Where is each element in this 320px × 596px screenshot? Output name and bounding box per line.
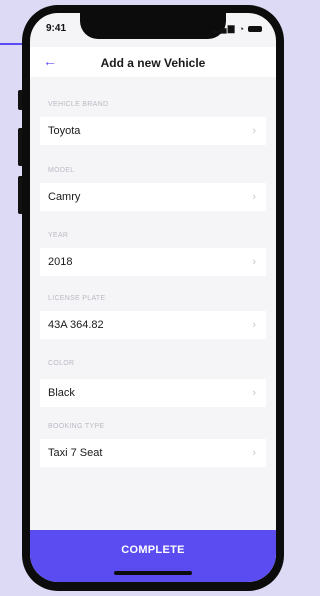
booking-type-label: BOOKING TYPE — [48, 423, 105, 430]
chevron-right-icon: › — [252, 256, 256, 268]
year-field[interactable]: 2018 › — [40, 248, 266, 276]
model-value: Camry — [48, 191, 81, 203]
license-plate-value: 43A 364.82 — [48, 319, 104, 331]
license-plate-label: LICENSE PLATE — [48, 295, 106, 302]
model-field[interactable]: Camry › — [40, 183, 266, 211]
license-plate-field[interactable]: 43A 364.82 › — [40, 311, 266, 339]
page-title: Add a new Vehicle — [100, 56, 206, 70]
complete-button-label: COMPLETE — [121, 544, 185, 556]
year-value: 2018 — [48, 256, 73, 268]
color-label: COLOR — [48, 360, 75, 367]
home-indicator — [114, 571, 192, 575]
chevron-right-icon: › — [252, 387, 256, 399]
wifi-icon: ◔ — [238, 23, 245, 34]
app-screen: 9:41 ▂▄▆ ◔ ← Add a new Vehicle VEHICLE B… — [30, 13, 276, 582]
battery-icon — [248, 25, 262, 32]
booking-type-field[interactable]: Taxi 7 Seat › — [40, 439, 266, 467]
notch — [80, 13, 226, 39]
year-label: YEAR — [48, 232, 69, 239]
signal-icon: ▂▄▆ — [212, 23, 236, 33]
chevron-right-icon: › — [252, 191, 256, 203]
chevron-right-icon: › — [252, 319, 256, 331]
color-value: Black — [48, 387, 75, 399]
status-icons: ▂▄▆ ◔ — [212, 23, 262, 34]
chevron-right-icon: › — [252, 447, 256, 459]
vehicle-brand-value: Toyota — [48, 125, 81, 137]
booking-type-value: Taxi 7 Seat — [48, 447, 103, 459]
chevron-right-icon: › — [252, 125, 256, 137]
color-field[interactable]: Black › — [40, 379, 266, 407]
model-label: MODEL — [48, 167, 75, 174]
vehicle-brand-field[interactable]: Toyota › — [40, 117, 266, 145]
status-time: 9:41 — [46, 23, 67, 34]
vehicle-brand-label: VEHICLE BRAND — [48, 101, 109, 108]
